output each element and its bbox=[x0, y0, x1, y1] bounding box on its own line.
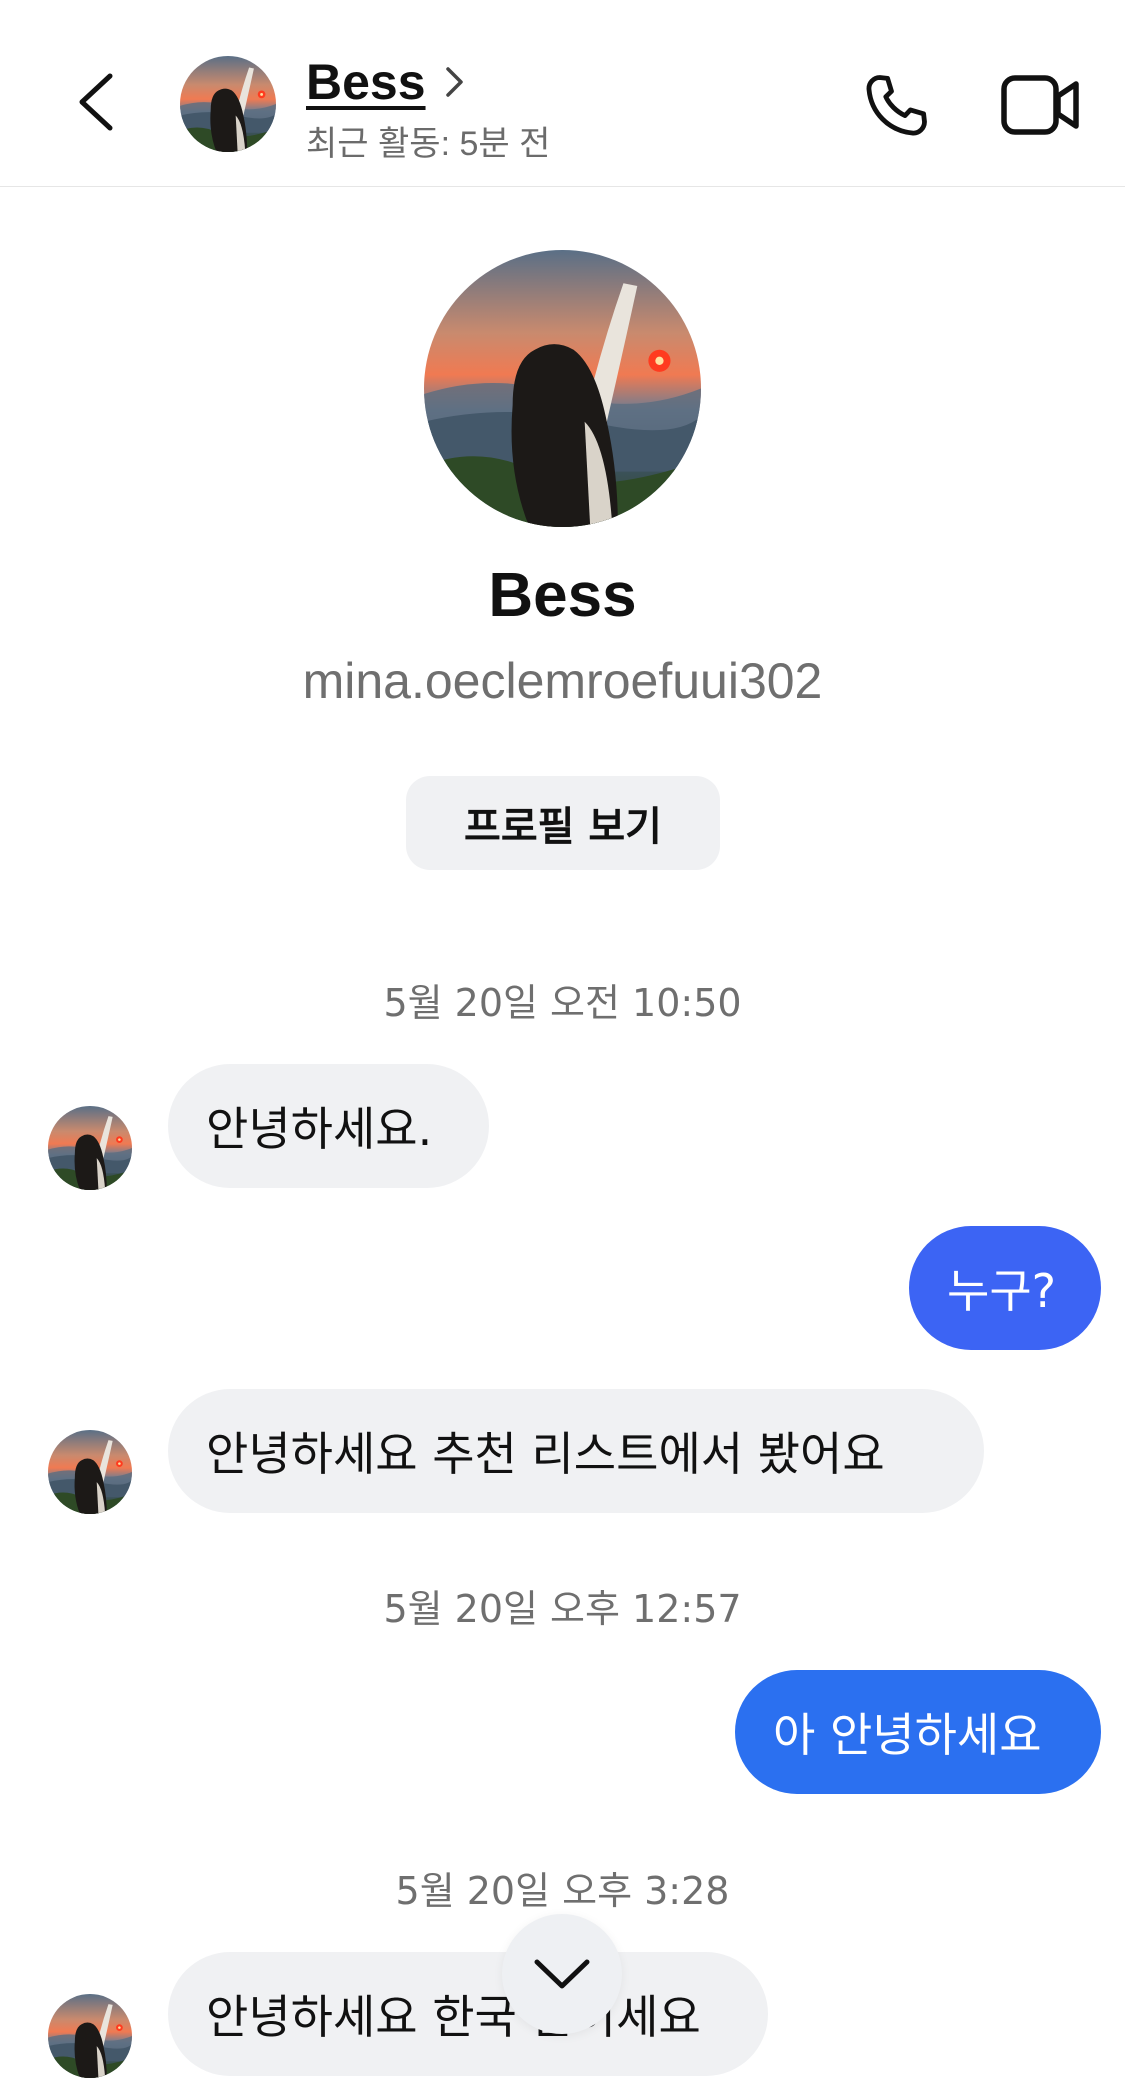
incoming-message[interactable]: 안녕하세요. bbox=[168, 1064, 489, 1188]
header-avatar[interactable] bbox=[180, 56, 276, 152]
message-timestamp: 5월 20일 오후 12:57 bbox=[383, 1587, 742, 1631]
message-timestamp: 5월 20일 오전 10:50 bbox=[383, 981, 742, 1025]
message-timestamp: 5월 20일 오후 3:28 bbox=[395, 1869, 730, 1913]
sender-avatar[interactable] bbox=[48, 1994, 132, 2078]
profile-username: mina.oeclemroefuui302 bbox=[302, 653, 823, 709]
profile-avatar[interactable] bbox=[424, 250, 701, 527]
sender-avatar[interactable] bbox=[48, 1430, 132, 1514]
outgoing-message[interactable]: 아 안녕하세요 bbox=[735, 1670, 1101, 1794]
outgoing-message[interactable]: 누구? bbox=[909, 1226, 1101, 1350]
voice-call-button[interactable] bbox=[860, 70, 932, 142]
chevron-left-icon bbox=[79, 73, 113, 131]
sender-avatar[interactable] bbox=[48, 1106, 132, 1190]
video-camera-icon bbox=[1001, 75, 1079, 135]
scroll-to-bottom-button[interactable] bbox=[502, 1914, 622, 2034]
incoming-message[interactable]: 안녕하세요 추천 리스트에서 봤어요 bbox=[168, 1389, 984, 1513]
header-name-link[interactable]: Bess bbox=[306, 52, 466, 112]
view-profile-button[interactable]: 프로필 보기 bbox=[406, 776, 720, 870]
profile-name: Bess bbox=[488, 561, 637, 630]
activity-status: 최근 활동: 5분 전 bbox=[306, 125, 551, 163]
incoming-message[interactable]: 안녕하세요 한국 분이세요 bbox=[168, 1952, 768, 2076]
conversation-header: Bess 최근 활동: 5분 전 bbox=[0, 0, 1125, 187]
phone-icon bbox=[866, 75, 927, 136]
chevron-right-icon bbox=[445, 67, 463, 97]
back-button[interactable] bbox=[60, 62, 130, 142]
header-name: Bess bbox=[306, 54, 426, 110]
chevron-down-icon bbox=[534, 1959, 590, 1989]
video-call-button[interactable] bbox=[1000, 72, 1082, 138]
